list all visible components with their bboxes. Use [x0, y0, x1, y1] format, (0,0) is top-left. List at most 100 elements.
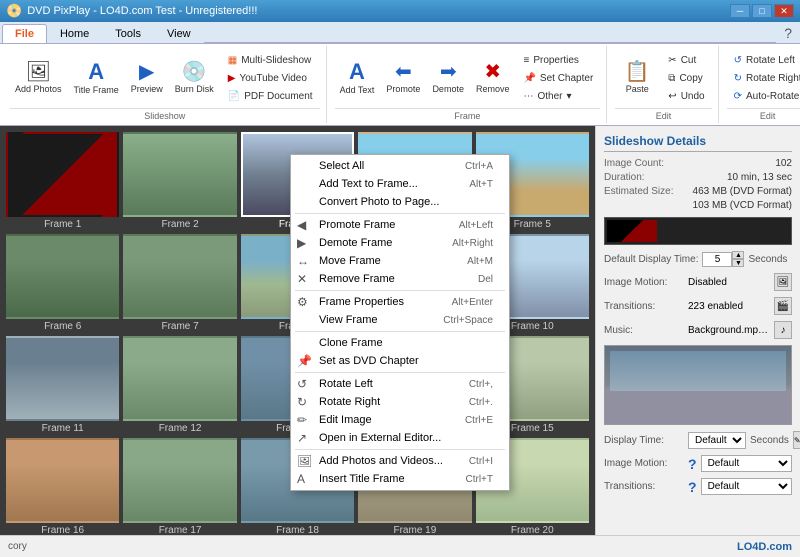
ctx-separator [295, 331, 505, 332]
ctx-label-convert-photo: Convert Photo to Page... [319, 196, 439, 208]
ctx-separator [295, 290, 505, 291]
ctx-item-move-frame[interactable]: ↔ Move Frame Alt+M [291, 252, 509, 270]
remove-button[interactable]: ✖ Remove [471, 59, 515, 97]
demote-button[interactable]: ➡ Demote [427, 59, 469, 97]
ctx-icon-insert-title-frame: A [297, 472, 305, 486]
ctx-label-view-frame: View Frame [319, 314, 377, 326]
duration-label: Duration: [604, 172, 645, 183]
thumbnail-12[interactable]: Frame 12 [123, 336, 236, 434]
thumbnail-2[interactable]: Frame 2 [123, 132, 236, 230]
ctx-label-frame-properties: Frame Properties [319, 296, 404, 308]
image-motion-value: Disabled [688, 277, 770, 288]
title-bar-text: DVD PixPlay - LO4D.com Test - Unregister… [27, 5, 730, 17]
ctx-item-view-frame[interactable]: View Frame Ctrl+Space [291, 311, 509, 329]
display-time-clear-btn[interactable]: ✎ [793, 431, 800, 449]
thumb-img-11 [6, 336, 119, 421]
est-size-label: Estimated Size: [604, 186, 673, 197]
copy-button[interactable]: ⧉ Copy [661, 70, 711, 87]
ctx-item-add-text-to-frame[interactable]: Add Text to Frame... Alt+T [291, 175, 509, 193]
slideshow-group-label: Slideshow [10, 108, 320, 121]
ctx-item-rotate-right[interactable]: ↻ Rotate Right Ctrl+. [291, 393, 509, 411]
thumbnail-6[interactable]: Frame 6 [6, 234, 119, 332]
rotate-left-button[interactable]: ↺ Rotate Left [727, 52, 800, 69]
tab-tools[interactable]: Tools [102, 24, 154, 43]
title-frame-button[interactable]: A Title Frame [69, 58, 124, 98]
multi-slideshow-button[interactable]: ▦ Multi-Slideshow [221, 52, 320, 69]
add-text-label: Add Text [340, 85, 375, 95]
thumbnail-11[interactable]: Frame 11 [6, 336, 119, 434]
thumbnail-1[interactable]: Frame 1 [6, 132, 119, 230]
tab-view[interactable]: View [154, 24, 204, 43]
minimize-button[interactable]: ─ [730, 4, 750, 18]
close-button[interactable]: ✕ [774, 4, 794, 18]
thumb-img-7 [123, 234, 236, 319]
properties-button[interactable]: ≡ Properties [516, 52, 600, 69]
ctx-item-open-external[interactable]: ↗ Open in External Editor... [291, 429, 509, 447]
ctx-shortcut-remove-frame: Del [478, 274, 493, 285]
ctx-item-set-dvd-chapter[interactable]: 📌 Set as DVD Chapter [291, 352, 509, 370]
thumb-label-17: Frame 17 [159, 525, 202, 535]
rotate-right-button[interactable]: ↻ Rotate Right [727, 70, 800, 87]
ctx-item-remove-frame[interactable]: ✕ Remove Frame Del [291, 270, 509, 288]
ctx-item-rotate-left[interactable]: ↺ Rotate Left Ctrl+, [291, 375, 509, 393]
maximize-button[interactable]: □ [752, 4, 772, 18]
display-time-label: Default Display Time: [604, 254, 698, 265]
youtube-label: YouTube Video [239, 73, 306, 84]
tab-file[interactable]: File [2, 24, 47, 43]
add-photos-button[interactable]: 🖼 Add Photos [10, 59, 67, 97]
ctx-label-promote-frame: Promote Frame [319, 219, 395, 231]
ctx-item-convert-photo[interactable]: Convert Photo to Page... [291, 193, 509, 211]
display-time-bottom-label: Display Time: [604, 435, 684, 446]
preview-button[interactable]: ▶ Preview [126, 59, 168, 97]
ctx-item-clone-frame[interactable]: Clone Frame [291, 334, 509, 352]
ctx-shortcut-add-text-to-frame: Alt+T [469, 179, 493, 190]
slideshow-main-buttons: 🖼 Add Photos A Title Frame ▶ Preview 💿 B… [10, 48, 320, 108]
image-motion-edit-btn[interactable]: 🖼 [774, 273, 792, 291]
display-time-input[interactable] [702, 252, 732, 267]
auto-rotate-button[interactable]: ⟳ Auto-Rotate [727, 88, 800, 105]
set-chapter-button[interactable]: 📌 Set Chapter [516, 70, 600, 87]
thumbnail-7[interactable]: Frame 7 [123, 234, 236, 332]
color-swatch-1 [607, 220, 657, 242]
image-motion-bottom-select[interactable]: Default [701, 455, 792, 472]
add-text-button[interactable]: A Add Text [335, 58, 380, 98]
ctx-item-frame-properties[interactable]: ⚙ Frame Properties Alt+Enter [291, 293, 509, 311]
cut-button[interactable]: ✂ Cut [661, 52, 711, 69]
undo-button[interactable]: ↩ Undo [661, 88, 711, 105]
paste-button[interactable]: 📋 Paste [615, 59, 659, 97]
display-time-bottom-select[interactable]: Default [688, 432, 746, 449]
est-size-value: 463 MB (DVD Format) [693, 186, 792, 197]
youtube-video-button[interactable]: ▶ YouTube Video [221, 70, 320, 87]
ctx-item-promote-frame[interactable]: ◀ Promote Frame Alt+Left [291, 216, 509, 234]
help-icon[interactable]: ? [776, 23, 800, 43]
properties-icon: ≡ [523, 55, 529, 66]
burn-disk-button[interactable]: 💿 Burn Disk [170, 59, 219, 97]
ctx-label-remove-frame: Remove Frame [319, 273, 395, 285]
ctx-item-select-all[interactable]: Select All Ctrl+A [291, 157, 509, 175]
ctx-label-open-external: Open in External Editor... [319, 432, 441, 444]
transitions-row: Transitions: 223 enabled 🎬 [604, 297, 792, 315]
ribbon-group-clipboard: 📋 Paste ✂ Cut ⧉ Copy ↩ Undo Edit [609, 46, 718, 123]
ctx-item-edit-image[interactable]: ✏ Edit Image Ctrl+E [291, 411, 509, 429]
spin-down[interactable]: ▼ [732, 259, 744, 267]
transitions-edit-btn[interactable]: 🎬 [774, 297, 792, 315]
other-button[interactable]: ⋯ Other ▾ [516, 88, 600, 105]
ctx-item-insert-title-frame[interactable]: A Insert Title Frame Ctrl+T [291, 470, 509, 488]
right-panel: Slideshow Details Image Count: 102 Durat… [595, 126, 800, 535]
ctx-icon-add-photos-videos: 🖼 [297, 454, 312, 468]
ctx-item-add-photos-videos[interactable]: 🖼 Add Photos and Videos... Ctrl+I [291, 452, 509, 470]
thumbnail-17[interactable]: Frame 17 [123, 438, 236, 535]
spin-up[interactable]: ▲ [732, 251, 744, 259]
transitions-bottom-select[interactable]: Default [701, 478, 792, 495]
thumb-label-7: Frame 7 [161, 321, 198, 332]
pdf-document-button[interactable]: 📄 PDF Document [221, 88, 320, 105]
rotate-left-icon: ↺ [734, 55, 742, 66]
tab-home[interactable]: Home [47, 24, 102, 43]
promote-button[interactable]: ⬅ Promote [381, 59, 425, 97]
music-edit-btn[interactable]: ♪ [774, 321, 792, 339]
image-motion-question-icon: ? [688, 456, 697, 472]
transitions-bottom-row: Transitions: ? Default [604, 478, 792, 495]
thumbnail-16[interactable]: Frame 16 [6, 438, 119, 535]
ctx-item-demote-frame[interactable]: ▶ Demote Frame Alt+Right [291, 234, 509, 252]
preview-label: Preview [131, 84, 163, 94]
